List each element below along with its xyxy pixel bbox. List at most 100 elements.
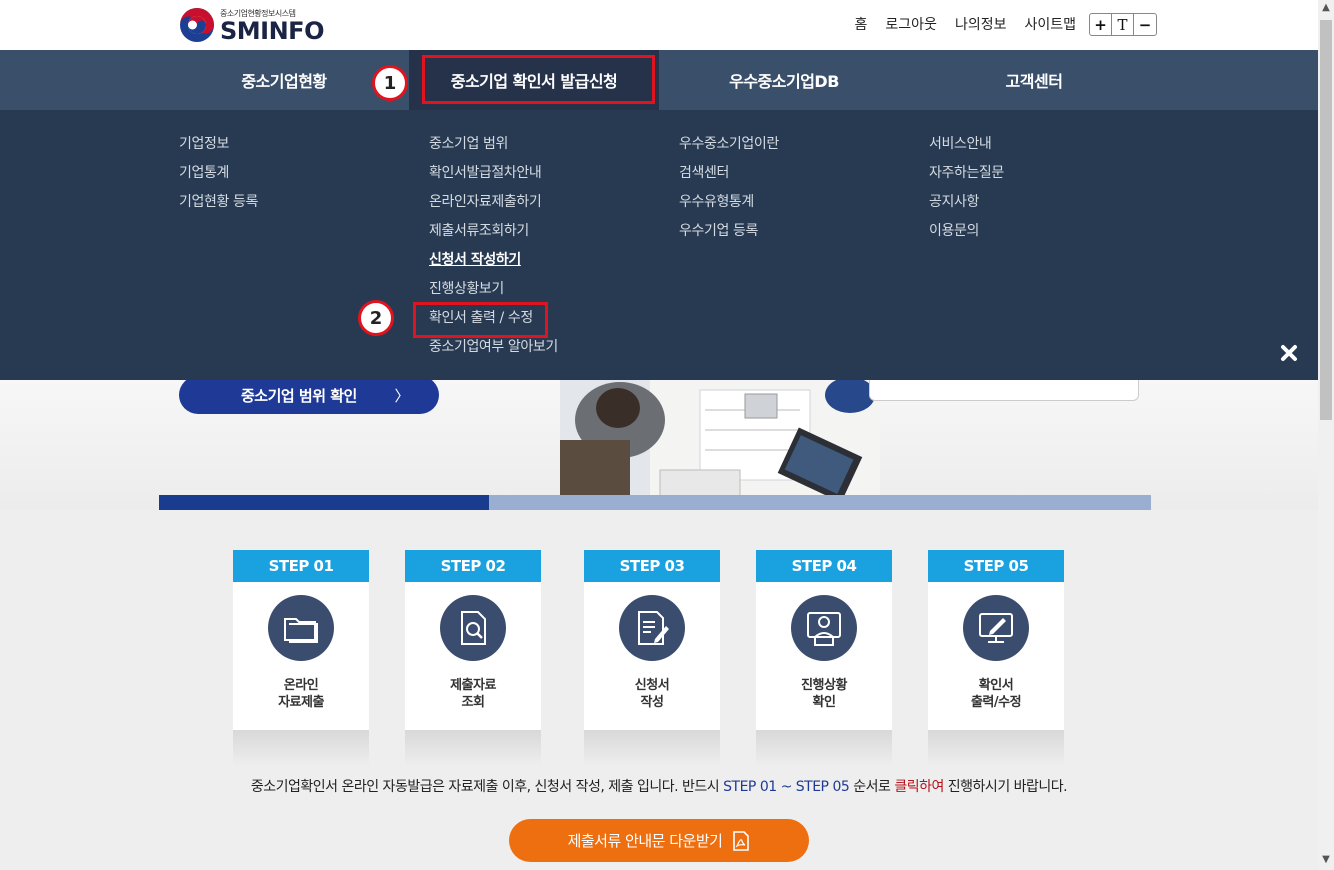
step-label-line2: 출력/수정 [970, 695, 1022, 710]
step-title: STEP 04 [756, 550, 892, 582]
notice-text: 중소기업확인서 온라인 자동발급은 자료제출 이후, 신청서 작성, 제출 입니… [250, 779, 724, 795]
document-search-icon [440, 595, 506, 661]
font-decrease-button[interactable]: − [1134, 14, 1156, 35]
menu-item-excellent-register[interactable]: 우수기업 등록 [679, 221, 779, 250]
hero-banner: 중소기업 범위 확인 〉 [0, 380, 1318, 510]
step-label: 신청서작성 [584, 677, 720, 711]
taegeuk-logo-icon [179, 7, 215, 43]
sme-scope-check-button[interactable]: 중소기업 범위 확인 〉 [179, 380, 439, 414]
step-title: STEP 01 [233, 550, 369, 582]
step-label: 온라인자료제출 [233, 677, 369, 711]
step-shadow [233, 730, 369, 766]
menu-column-excellent-sme: 우수중소기업이란 검색센터 우수유형통계 우수기업 등록 [679, 134, 779, 250]
step-shadow [928, 730, 1064, 766]
step-shadow [756, 730, 892, 766]
step-card-05[interactable]: STEP 05 확인서출력/수정 [928, 550, 1064, 730]
menu-item-excellent-about[interactable]: 우수중소기업이란 [679, 134, 779, 163]
step-label-line2: 확인 [812, 695, 836, 710]
hero-progress-bar [159, 495, 1151, 510]
step-title: STEP 02 [405, 550, 541, 582]
menu-item-sme-scope[interactable]: 중소기업 범위 [429, 134, 558, 163]
logout-link[interactable]: 로그아웃 [885, 14, 937, 34]
annotation-number-1: 1 [372, 65, 408, 101]
logo[interactable]: 중소기업현황정보시스템 SMINFO [179, 6, 324, 44]
folder-icon [268, 595, 334, 661]
step-card-03[interactable]: STEP 03 신청서작성 [584, 550, 720, 730]
annotation-box-1 [422, 55, 655, 104]
step-label-line1: 진행상황 [801, 678, 847, 693]
nav-customer-center[interactable]: 고객센터 [909, 50, 1159, 110]
step-card-01[interactable]: STEP 01 온라인자료제출 [233, 550, 369, 730]
monitor-person-icon [791, 595, 857, 661]
chevron-right-icon: 〉 [394, 387, 409, 405]
step-label-line2: 작성 [640, 695, 664, 710]
utility-links: 홈 로그아웃 나의정보 사이트맵 [855, 14, 1076, 34]
step-label: 제출자료조회 [405, 677, 541, 711]
menu-item-submitted-docs[interactable]: 제출서류조회하기 [429, 221, 558, 250]
monitor-edit-icon [963, 595, 1029, 661]
notice-click: 클릭하여 [894, 779, 944, 795]
font-size-controls: + T − [1089, 13, 1157, 36]
step-card-02[interactable]: STEP 02 제출자료조회 [405, 550, 541, 730]
menu-item-sme-check[interactable]: 중소기업여부 알아보기 [429, 337, 558, 366]
scroll-up-icon[interactable]: ▲ [1318, 2, 1334, 16]
menu-item-company-register[interactable]: 기업현황 등록 [179, 192, 258, 221]
scroll-down-icon[interactable]: ▼ [1318, 854, 1334, 868]
menu-item-faq[interactable]: 자주하는질문 [929, 163, 1004, 192]
step-card-04[interactable]: STEP 04 진행상황확인 [756, 550, 892, 730]
home-link[interactable]: 홈 [855, 14, 868, 34]
close-icon[interactable] [1280, 344, 1298, 362]
step-label: 진행상황확인 [756, 677, 892, 711]
logo-title: SMINFO [220, 16, 324, 45]
step-title: STEP 03 [584, 550, 720, 582]
notice-step-range: STEP 01 ~ STEP 05 [723, 779, 850, 795]
notice-text: 순서로 [849, 779, 895, 795]
menu-item-online-submit[interactable]: 온라인자료제출하기 [429, 192, 558, 221]
menu-item-service-guide[interactable]: 서비스안내 [929, 134, 1004, 163]
my-info-link[interactable]: 나의정보 [955, 14, 1007, 34]
download-guide-label: 제출서류 안내문 다운받기 [567, 832, 723, 850]
scroll-thumb[interactable] [1320, 20, 1332, 420]
sme-scope-check-label: 중소기업 범위 확인 [241, 386, 357, 405]
header: 중소기업현황정보시스템 SMINFO 홈 로그아웃 나의정보 사이트맵 + T … [0, 0, 1318, 50]
annotation-box-2 [413, 302, 548, 338]
menu-item-issue-guide[interactable]: 확인서발급절차안내 [429, 163, 558, 192]
menu-item-write-application[interactable]: 신청서 작성하기 [429, 250, 558, 279]
step-shadow [405, 730, 541, 766]
step-notice-text: 중소기업확인서 온라인 자동발급은 자료제출 이후, 신청서 작성, 제출 입니… [0, 776, 1318, 796]
step-title: STEP 05 [928, 550, 1064, 582]
notice-text: 진행하시기 바랍니다. [943, 779, 1068, 795]
progress-track [489, 495, 1151, 510]
font-reset-button[interactable]: T [1112, 14, 1134, 35]
sitemap-link[interactable]: 사이트맵 [1024, 14, 1076, 34]
menu-column-customer-center: 서비스안내 자주하는질문 공지사항 이용문의 [929, 134, 1004, 250]
main-navigation: 중소기업현황 중소기업 확인서 발급신청 우수중소기업DB 고객센터 [0, 50, 1318, 110]
menu-column-company-status: 기업정보 기업통계 기업현황 등록 [179, 134, 258, 221]
step-label-line1: 신청서 [634, 678, 670, 693]
menu-item-type-stats[interactable]: 우수유형통계 [679, 192, 779, 221]
step-label-line1: 확인서 [978, 678, 1014, 693]
step-label-line2: 조회 [461, 695, 485, 710]
mega-menu-dropdown: 기업정보 기업통계 기업현황 등록 중소기업 범위 확인서발급절차안내 온라인자… [0, 110, 1318, 380]
menu-item-inquiry[interactable]: 이용문의 [929, 221, 1004, 250]
step-label-line1: 제출자료 [450, 678, 496, 693]
menu-item-search-center[interactable]: 검색센터 [679, 163, 779, 192]
menu-item-company-info[interactable]: 기업정보 [179, 134, 258, 163]
business-meeting-image [560, 380, 880, 510]
step-label-line1: 온라인 [283, 678, 319, 693]
nav-excellent-sme-db[interactable]: 우수중소기업DB [659, 50, 909, 110]
annotation-number-2: 2 [358, 300, 394, 336]
pdf-icon [733, 830, 750, 851]
step-shadow [584, 730, 720, 766]
search-box[interactable] [869, 380, 1139, 401]
menu-item-notice[interactable]: 공지사항 [929, 192, 1004, 221]
progress-fill [159, 495, 489, 510]
menu-item-company-stats[interactable]: 기업통계 [179, 163, 258, 192]
step-label-line2: 자료제출 [278, 695, 324, 710]
download-guide-button[interactable]: 제출서류 안내문 다운받기 [509, 819, 809, 862]
document-write-icon [619, 595, 685, 661]
step-label: 확인서출력/수정 [928, 677, 1064, 711]
font-increase-button[interactable]: + [1090, 14, 1112, 35]
logo-text: 중소기업현황정보시스템 SMINFO [220, 8, 324, 43]
vertical-scrollbar[interactable]: ▲ ▼ [1318, 0, 1334, 870]
